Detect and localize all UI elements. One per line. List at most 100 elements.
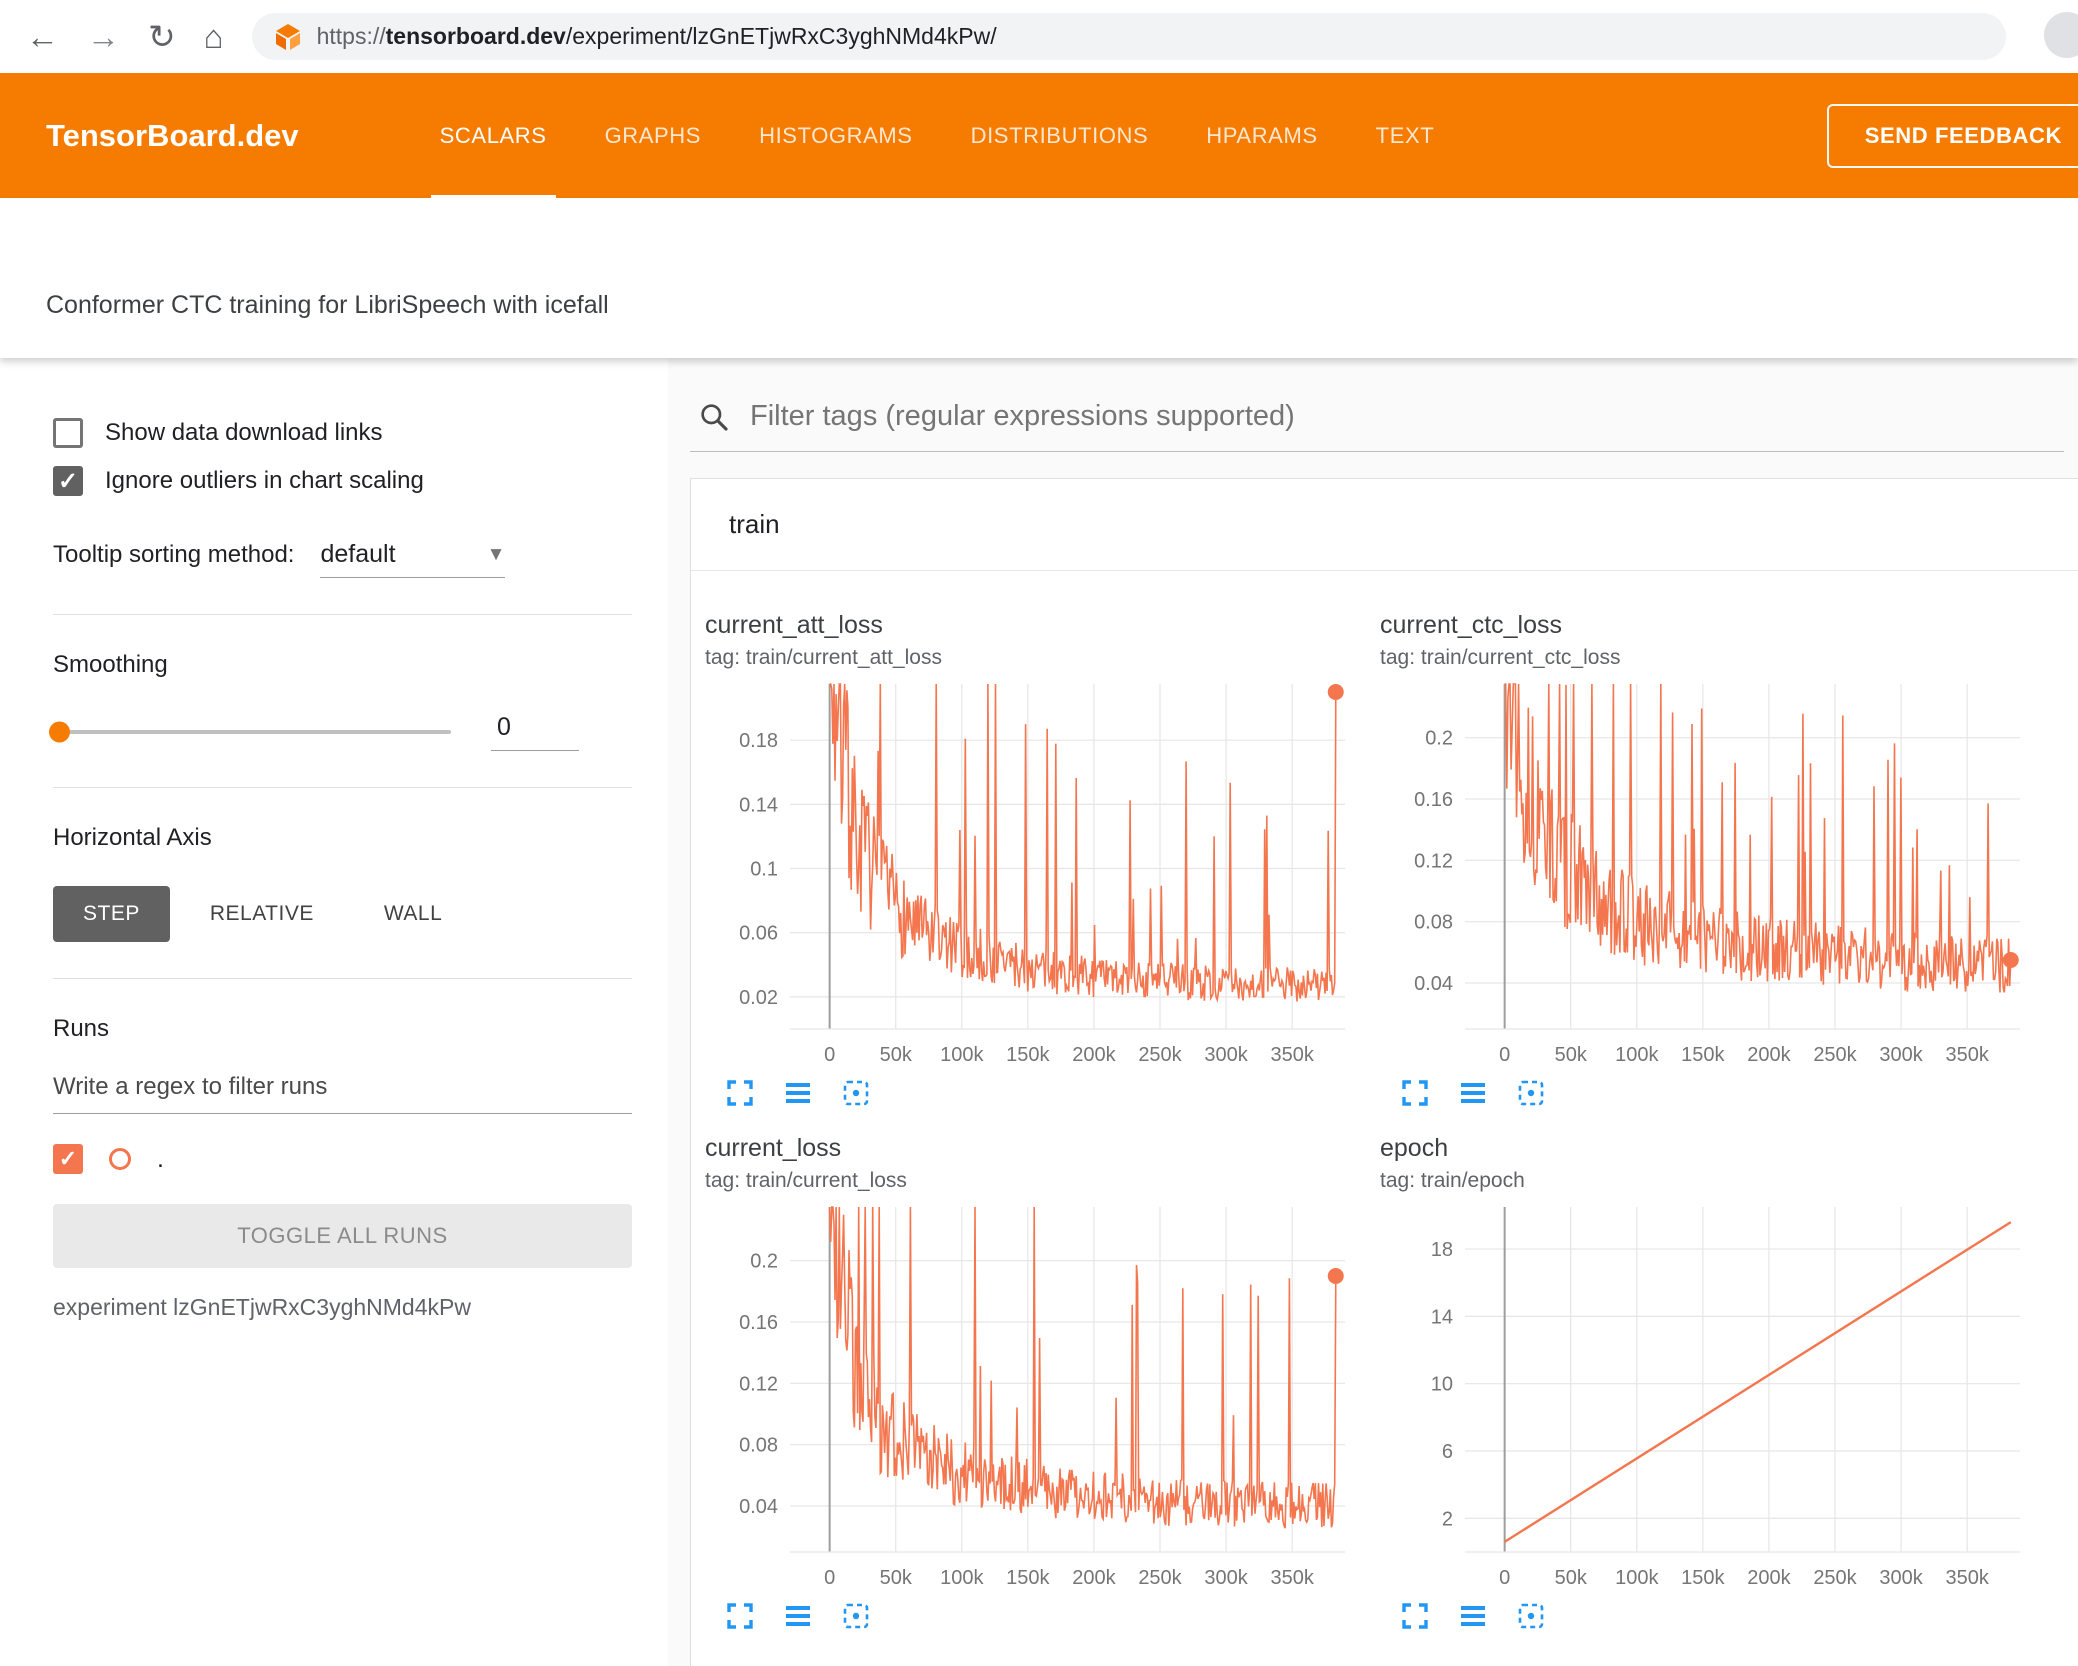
svg-text:100k: 100k <box>940 1044 984 1066</box>
forward-icon[interactable]: → <box>87 20 120 53</box>
nav-tabs: SCALARS GRAPHS HISTOGRAMS DISTRIBUTIONS HPAR… <box>411 73 1464 198</box>
chart-current-ctc-loss: current_ctc_loss tag: train/current_ctc_l… <box>1380 611 2042 1108</box>
svg-text:0.04: 0.04 <box>739 1496 778 1518</box>
svg-text:6: 6 <box>1442 1441 1453 1463</box>
chart-current-loss: current_loss tag: train/current_loss 0.04 0… <box>705 1134 1367 1631</box>
svg-text:0.16: 0.16 <box>1414 789 1453 811</box>
log-scale-icon[interactable] <box>1458 1078 1488 1108</box>
svg-text:100k: 100k <box>1615 1567 1659 1589</box>
fullscreen-icon[interactable] <box>1400 1078 1430 1108</box>
chart-toolbar <box>725 1078 1367 1108</box>
chart-title: current_att_loss <box>705 611 883 639</box>
svg-text:150k: 150k <box>1006 1567 1050 1589</box>
app-logo: TensorBoard.dev <box>46 117 299 153</box>
smoothing-value-input[interactable]: 0 <box>491 713 579 751</box>
tab-scalars[interactable]: SCALARS <box>411 73 576 198</box>
chart-tag: tag: train/current_att_loss <box>705 646 942 669</box>
search-icon <box>701 403 728 431</box>
ignore-outliers-row[interactable]: ✓ Ignore outliers in chart scaling <box>53 466 632 496</box>
svg-text:0.06: 0.06 <box>739 923 778 945</box>
svg-text:150k: 150k <box>1681 1044 1725 1066</box>
svg-text:250k: 250k <box>1813 1044 1857 1066</box>
ignore-outliers-label: Ignore outliers in chart scaling <box>105 467 424 494</box>
chart-epoch: epoch tag: train/epoch 2 6 10 14 18 0 50k 100k 150… <box>1380 1134 2042 1631</box>
smoothing-label: Smoothing <box>53 651 168 678</box>
divider <box>53 978 632 979</box>
tab-distributions[interactable]: DISTRIBUTIONS <box>942 73 1178 198</box>
svg-text:10: 10 <box>1431 1374 1453 1396</box>
axis-button-step[interactable]: STEP <box>53 886 170 942</box>
svg-text:0.12: 0.12 <box>739 1373 778 1395</box>
run-row[interactable]: ✓ . <box>53 1144 632 1174</box>
smoothing-slider[interactable] <box>49 721 451 743</box>
chart-plot[interactable]: 0.04 0.08 0.12 0.16 0.2 0 50k 100k 150k 200k 250k 3… <box>1380 674 2040 1074</box>
tooltip-sorting-value: default <box>320 540 396 568</box>
svg-text:250k: 250k <box>1138 1044 1182 1066</box>
ignore-outliers-checkbox[interactable]: ✓ <box>53 466 83 496</box>
tab-hparams[interactable]: HPARAMS <box>1177 73 1346 198</box>
show-download-links-checkbox[interactable] <box>53 418 83 448</box>
axis-button-wall[interactable]: WALL <box>354 886 472 942</box>
svg-text:0.2: 0.2 <box>750 1251 778 1273</box>
chart-toolbar <box>1400 1078 2042 1108</box>
fullscreen-icon[interactable] <box>725 1078 755 1108</box>
svg-text:350k: 350k <box>1270 1044 1314 1066</box>
charts-grid: current_att_loss tag: train/current_att_l… <box>691 571 2078 1631</box>
chart-plot[interactable]: 0.04 0.08 0.12 0.16 0.2 0 50k 100k 150k 200k 250k 3… <box>705 1197 1365 1597</box>
address-bar[interactable]: https://tensorboard.dev/experiment/lzGnE… <box>251 13 2006 60</box>
chart-current-att-loss: current_att_loss tag: train/current_att_l… <box>705 611 1367 1108</box>
svg-text:0.08: 0.08 <box>1414 912 1453 934</box>
tab-histograms[interactable]: HISTOGRAMS <box>730 73 942 198</box>
svg-text:150k: 150k <box>1681 1567 1725 1589</box>
fullscreen-icon[interactable] <box>1400 1601 1430 1631</box>
fullscreen-icon[interactable] <box>725 1601 755 1631</box>
show-download-links-row[interactable]: Show data download links <box>53 418 632 448</box>
tooltip-sorting-label: Tooltip sorting method: <box>53 541 295 568</box>
filter-tags-input[interactable] <box>750 400 2048 433</box>
fit-data-icon[interactable] <box>841 1078 871 1108</box>
reload-icon[interactable]: ↻ <box>148 20 176 53</box>
runs-filter-input[interactable] <box>53 1067 632 1114</box>
svg-text:0.14: 0.14 <box>739 794 778 816</box>
tensorboard-favicon <box>275 23 300 50</box>
svg-text:350k: 350k <box>1945 1044 1989 1066</box>
svg-text:0.12: 0.12 <box>1414 850 1453 872</box>
smoothing-slider-thumb[interactable] <box>49 721 70 743</box>
back-icon[interactable]: ← <box>26 20 59 53</box>
svg-text:200k: 200k <box>1747 1567 1791 1589</box>
fit-data-icon[interactable] <box>1516 1078 1546 1108</box>
app-header: TensorBoard.dev SCALARS GRAPHS HISTOGRAMS D… <box>0 73 2078 198</box>
chart-plot[interactable]: 2 6 10 14 18 0 50k 100k 150k 200k 250k 300k 350k <box>1380 1197 2040 1597</box>
svg-text:100k: 100k <box>940 1567 984 1589</box>
svg-text:350k: 350k <box>1945 1567 1989 1589</box>
tab-text[interactable]: TEXT <box>1347 73 1464 198</box>
tooltip-sorting-select[interactable]: default ▼ <box>320 540 506 578</box>
chart-title: epoch <box>1380 1134 1449 1162</box>
toggle-all-runs-button[interactable]: TOGGLE ALL RUNS <box>53 1204 632 1268</box>
svg-text:150k: 150k <box>1006 1044 1050 1066</box>
profile-avatar[interactable] <box>2044 12 2078 58</box>
svg-text:0.08: 0.08 <box>739 1435 778 1457</box>
tab-graphs[interactable]: GRAPHS <box>576 73 731 198</box>
svg-text:200k: 200k <box>1747 1044 1791 1066</box>
svg-text:100k: 100k <box>1615 1044 1659 1066</box>
fit-data-icon[interactable] <box>1516 1601 1546 1631</box>
log-scale-icon[interactable] <box>783 1078 813 1108</box>
fit-data-icon[interactable] <box>841 1601 871 1631</box>
svg-text:18: 18 <box>1431 1239 1453 1261</box>
run-checkbox[interactable]: ✓ <box>53 1144 83 1174</box>
home-icon[interactable]: ⌂ <box>204 20 224 53</box>
axis-button-relative[interactable]: RELATIVE <box>180 886 344 942</box>
settings-sidebar: Show data download links ✓ Ignore outlie… <box>0 358 668 1666</box>
experiment-title: Conformer CTC training for LibriSpeech w… <box>46 291 609 319</box>
log-scale-icon[interactable] <box>1458 1601 1488 1631</box>
train-section-header[interactable]: train <box>691 479 2078 570</box>
title-band: Conformer CTC training for LibriSpeech w… <box>0 198 2078 358</box>
log-scale-icon[interactable] <box>783 1601 813 1631</box>
send-feedback-button[interactable]: SEND FEEDBACK <box>1826 103 2078 168</box>
svg-text:0.18: 0.18 <box>739 730 778 752</box>
chart-plot[interactable]: 0.02 0.06 0.1 0.14 0.18 0 50k 100k 150k 200k 250k 3… <box>705 674 1365 1074</box>
svg-text:200k: 200k <box>1072 1567 1116 1589</box>
svg-text:0.16: 0.16 <box>739 1312 778 1334</box>
train-card: train current_att_loss tag: train/current… <box>690 478 2078 1666</box>
